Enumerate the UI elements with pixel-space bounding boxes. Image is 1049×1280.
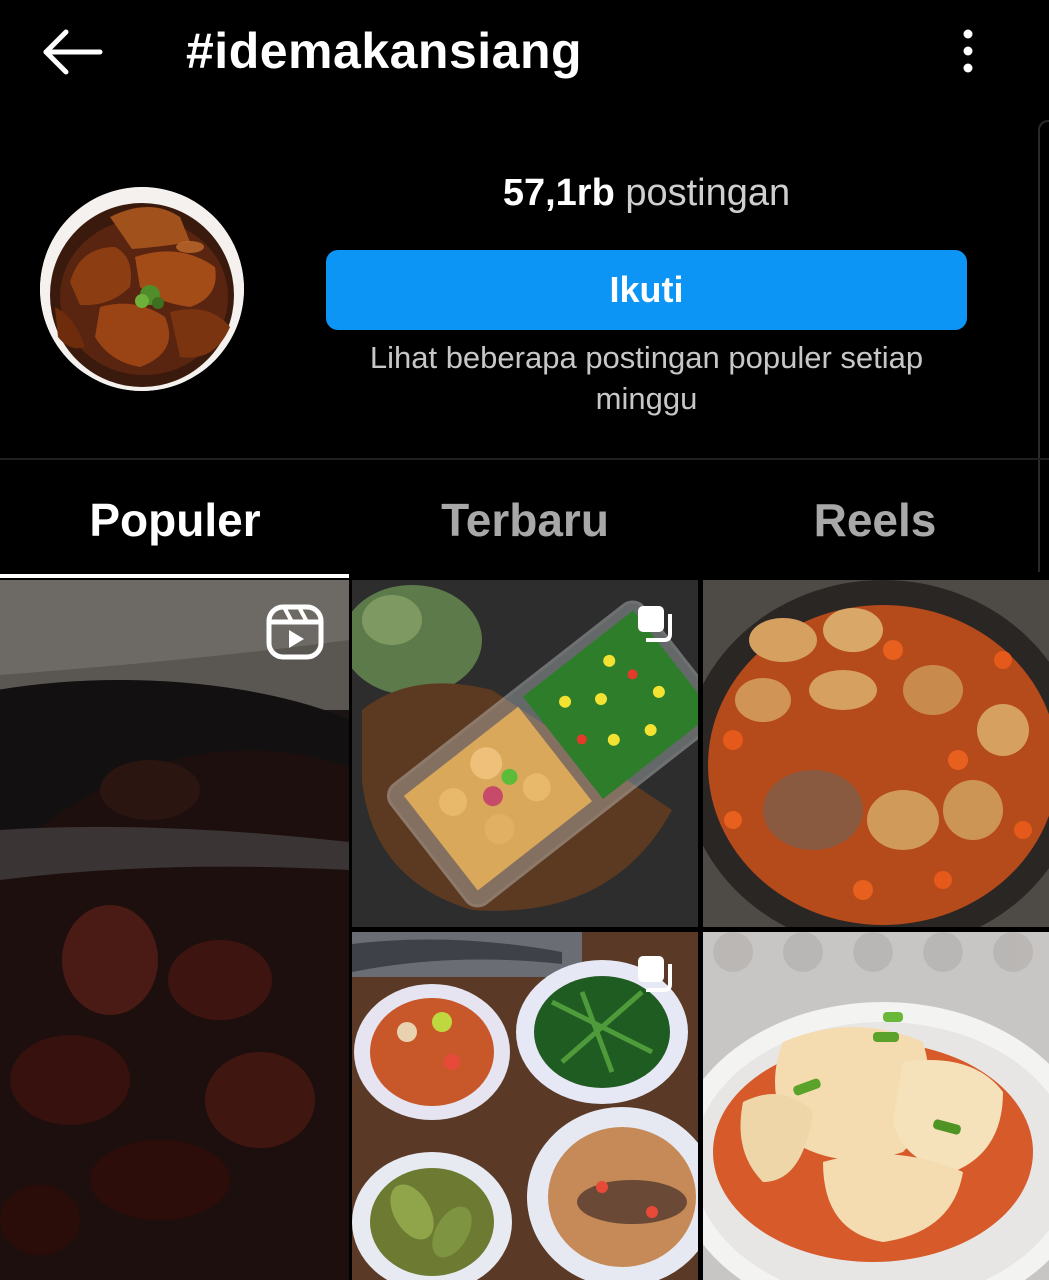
carousel-icon [638, 606, 672, 642]
divider [0, 458, 1049, 460]
tab-reels[interactable]: Reels [700, 462, 1049, 578]
tab-bar: Populer Terbaru Reels [0, 462, 1049, 578]
post-count-number: 57,1rb [502, 172, 615, 214]
grid-post-4[interactable] [352, 932, 698, 1280]
grid-post-2[interactable] [352, 580, 698, 927]
grid-post-5[interactable] [703, 932, 1049, 1280]
more-options-button[interactable] [948, 26, 988, 76]
active-tab-indicator [0, 574, 349, 578]
reels-icon [266, 604, 324, 660]
post-count-label: postingan [625, 172, 791, 214]
tab-populer[interactable]: Populer [0, 462, 350, 578]
post-grid [0, 580, 1049, 1280]
hashtag-description: Lihat beberapa postingan populer setiap … [369, 340, 924, 416]
follow-button[interactable]: Ikuti [326, 250, 967, 330]
back-button[interactable] [38, 28, 104, 76]
hashtag-avatar [40, 187, 244, 391]
post-count: 57,1rb postingan [326, 170, 967, 216]
top-bar: #idemakansiang [0, 0, 1049, 110]
more-vertical-icon [963, 29, 973, 73]
grid-post-3[interactable] [703, 580, 1049, 927]
arrow-left-icon [43, 29, 103, 75]
tab-terbaru[interactable]: Terbaru [350, 462, 700, 578]
grid-post-1[interactable] [0, 580, 349, 1280]
page-title: #idemakansiang [186, 23, 583, 79]
carousel-icon [638, 956, 672, 992]
